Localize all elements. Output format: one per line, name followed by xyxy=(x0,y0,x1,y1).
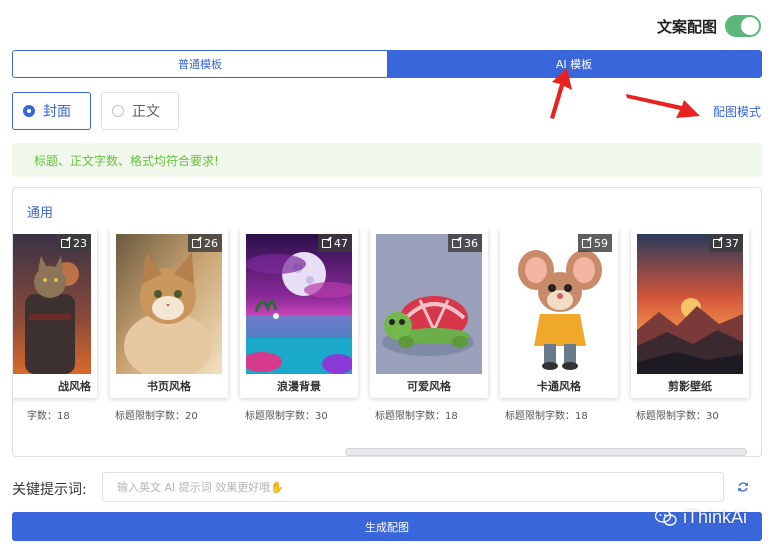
usage-count: 36 xyxy=(464,236,478,250)
usage-count-badge: 36 xyxy=(448,234,482,252)
title-limit: 标题限制字数：18 xyxy=(375,411,458,422)
template-strip: 23 战风格 26 书页风格 47 浪漫背景 36 可爱风格 59 卡通风格 3… xyxy=(13,228,761,428)
template-card-game[interactable]: 23 战风格 xyxy=(13,228,97,398)
template-panel: 通用 23 战风格 26 书页风格 47 浪漫背景 36 可爱风格 59 卡通风… xyxy=(12,187,762,457)
tab-plain-template[interactable]: 普通模板 xyxy=(13,51,387,77)
template-tabs: 普通模板 AI 模板 xyxy=(12,50,762,78)
template-card-romantic[interactable]: 47 浪漫背景 xyxy=(240,228,358,398)
horizontal-scrollbar[interactable] xyxy=(345,448,747,456)
radio-cover[interactable]: 封面 xyxy=(12,92,91,130)
usage-count: 47 xyxy=(334,236,348,250)
template-thumbnail xyxy=(376,234,482,374)
template-card-cartoon[interactable]: 59 卡通风格 xyxy=(500,228,618,398)
template-name: 卡通风格 xyxy=(537,380,581,393)
radio-body[interactable]: 正文 xyxy=(101,92,179,130)
usage-count: 26 xyxy=(204,236,218,250)
usage-count-badge: 26 xyxy=(188,234,222,252)
copy-illustration-label: 文案配图 xyxy=(656,17,717,36)
success-alert: 标题、正文字数、格式均符合要求! xyxy=(12,143,762,177)
title-limit: 标题限制字数：30 xyxy=(245,411,328,422)
tab-ai-template[interactable]: AI 模板 xyxy=(387,51,761,77)
template-card-cute[interactable]: 36 可爱风格 xyxy=(370,228,488,398)
radio-body-label: 正文 xyxy=(132,104,160,120)
toggle-knob xyxy=(741,17,759,35)
header-row: 文案配图 xyxy=(657,14,761,38)
template-name: 战风格 xyxy=(58,380,91,393)
template-thumbnail xyxy=(637,234,743,374)
edit-icon xyxy=(452,238,461,248)
usage-count-badge: 47 xyxy=(318,234,352,252)
template-name: 可爱风格 xyxy=(407,380,451,393)
usage-count-badge: 37 xyxy=(709,234,743,252)
edit-icon xyxy=(582,238,591,248)
title-limit: 标题限制字数：30 xyxy=(636,411,719,422)
usage-count: 37 xyxy=(725,236,739,250)
keyword-input[interactable] xyxy=(102,472,724,502)
template-thumbnail xyxy=(506,234,612,374)
template-thumbnail xyxy=(13,234,91,374)
edit-icon xyxy=(713,238,722,248)
template-name: 书页风格 xyxy=(147,380,191,393)
radio-dot-icon xyxy=(112,105,124,117)
keyword-label: 关键提示词: xyxy=(12,482,87,498)
title-limit: 标题限制字数：20 xyxy=(115,411,198,422)
generate-button[interactable]: 生成配图 xyxy=(12,512,762,541)
usage-count-badge: 23 xyxy=(57,234,91,252)
edit-icon xyxy=(192,238,201,248)
template-card-book[interactable]: 26 书页风格 xyxy=(110,228,228,398)
template-name: 浪漫背景 xyxy=(277,380,321,393)
title-limit: 字数：18 xyxy=(27,411,70,422)
edit-icon xyxy=(322,238,331,248)
usage-count: 59 xyxy=(594,236,608,250)
radio-cover-label: 封面 xyxy=(43,104,71,120)
radio-dot-icon xyxy=(23,105,35,117)
edit-icon xyxy=(61,238,70,248)
section-title: 通用 xyxy=(27,206,54,221)
title-limit: 标题限制字数：18 xyxy=(505,411,588,422)
annotation-arrow-icon xyxy=(626,94,700,118)
template-card-silhouette[interactable]: 37 剪影壁纸 xyxy=(631,228,749,398)
usage-count-badge: 59 xyxy=(578,234,612,252)
refresh-icon[interactable] xyxy=(737,481,749,493)
template-thumbnail xyxy=(246,234,352,374)
illustration-mode-link[interactable]: 配图模式 xyxy=(713,103,761,120)
copy-illustration-toggle[interactable] xyxy=(725,15,761,37)
alert-text: 标题、正文字数、格式均符合要求! xyxy=(34,153,219,168)
usage-count: 23 xyxy=(73,236,87,250)
template-thumbnail xyxy=(116,234,222,374)
template-name: 剪影壁纸 xyxy=(668,380,712,393)
